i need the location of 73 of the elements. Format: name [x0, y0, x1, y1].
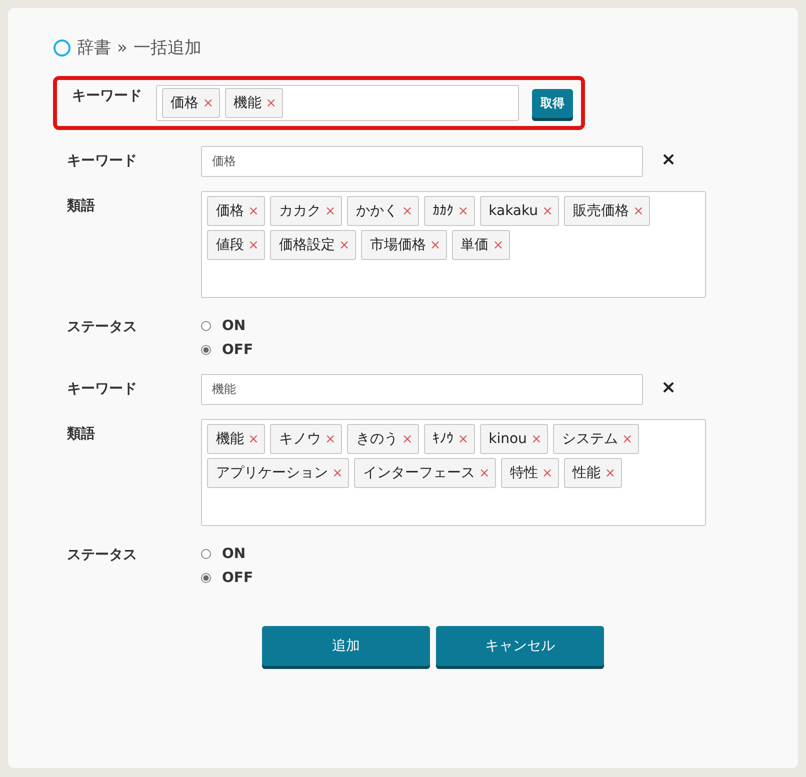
tag-text: 値段 [216, 236, 244, 254]
tag-text: アプリケーション [216, 464, 328, 482]
tag-text: かかく [356, 202, 398, 220]
tag-text: 性能 [572, 464, 601, 482]
keyword-input[interactable]: 価格 [201, 146, 643, 177]
radio-label: ON [222, 318, 246, 334]
radio-button[interactable] [201, 321, 211, 331]
breadcrumb-separator: » [117, 38, 128, 58]
tag-text: キノウ [278, 430, 321, 448]
field-label: 類語 [66, 425, 96, 443]
remove-entry-button[interactable]: × [661, 374, 676, 402]
remove-tag-button[interactable]: × [604, 466, 616, 480]
remove-tag-button[interactable]: × [622, 432, 633, 446]
radio-label: ON [222, 546, 246, 562]
circle-icon [53, 38, 71, 56]
tag-text: 単価 [460, 236, 489, 254]
tag-text: kakaku [488, 203, 538, 219]
remove-tag-button[interactable]: × [542, 466, 553, 480]
remove-entry-button[interactable]: × [661, 146, 676, 174]
remove-tag-button[interactable]: × [266, 96, 277, 110]
radio-label: OFF [222, 570, 254, 586]
remove-tag-button[interactable]: × [402, 204, 413, 218]
field-label: キーワード [66, 380, 138, 398]
remove-tag-button[interactable]: × [332, 466, 343, 480]
fetch-button[interactable]: 取得 [532, 88, 573, 118]
remove-tag-button[interactable]: × [248, 238, 259, 252]
page-title: 一括追加 [133, 37, 202, 59]
remove-tag-button[interactable]: × [402, 432, 413, 446]
remove-tag-button[interactable]: × [458, 432, 469, 446]
radio-button[interactable] [201, 549, 211, 559]
remove-tag-button[interactable]: × [542, 204, 553, 218]
radio-button[interactable] [201, 573, 211, 583]
tag-text: 特性 [510, 464, 538, 482]
tag-text: 価格 [170, 94, 199, 112]
tag-text: 機能 [216, 430, 244, 448]
remove-tag-button[interactable]: × [530, 432, 542, 446]
radio-label: OFF [222, 342, 254, 358]
synonyms-field[interactable]: 価格 × カカク × かかく × ｶｶｸ × kakaku × 販売価格 × 値段 × 価格設定 × 市場価格 × 単価 × [201, 191, 706, 298]
remove-tag-button[interactable]: × [338, 238, 350, 252]
field-label: ステータス [66, 318, 138, 336]
field-label: 類語 [66, 197, 96, 215]
tag-text: きのう [356, 430, 398, 448]
remove-tag-button[interactable]: × [478, 466, 490, 480]
tag-text: 価格設定 [278, 236, 335, 254]
remove-tag-button[interactable]: × [492, 238, 504, 252]
cancel-button[interactable]: キャンセル [436, 626, 604, 666]
breadcrumb-link[interactable]: 辞書 [77, 36, 111, 59]
add-button[interactable]: 追加 [262, 626, 430, 666]
remove-tag-button[interactable]: × [324, 432, 336, 446]
synonyms-field[interactable]: 機能 × キノウ × きのう × ｷﾉｳ × kinou × システム × アプリケーション × インターフェース × 特性 × 性能 × [201, 419, 706, 526]
tag-text: システム [562, 430, 618, 448]
tag-text: 販売価格 [572, 202, 629, 220]
remove-tag-button[interactable]: × [248, 432, 259, 446]
keyword-tag-field[interactable]: 価格 × 機能 × [156, 85, 519, 121]
field-label: キーワード [71, 87, 143, 105]
tag-text: 市場価格 [370, 236, 426, 254]
radio-button[interactable] [201, 345, 211, 355]
tag-text: ｷﾉｳ [432, 431, 454, 447]
tag-text: ｶｶｸ [432, 203, 454, 219]
tag-text: 機能 [234, 94, 262, 112]
remove-tag-button[interactable]: × [248, 204, 259, 218]
tag-text: kinou [488, 431, 527, 447]
keyword-input[interactable]: 機能 [201, 374, 643, 405]
field-label: キーワード [66, 152, 138, 170]
remove-tag-button[interactable]: × [458, 204, 469, 218]
remove-tag-button[interactable]: × [202, 96, 214, 110]
remove-tag-button[interactable]: × [430, 238, 441, 252]
tag-text: カカク [278, 202, 321, 220]
tag-text: インターフェース [362, 464, 475, 482]
remove-tag-button[interactable]: × [324, 204, 336, 218]
tag-text: 価格 [216, 202, 244, 220]
remove-tag-button[interactable]: × [632, 204, 644, 218]
field-label: ステータス [66, 546, 138, 564]
